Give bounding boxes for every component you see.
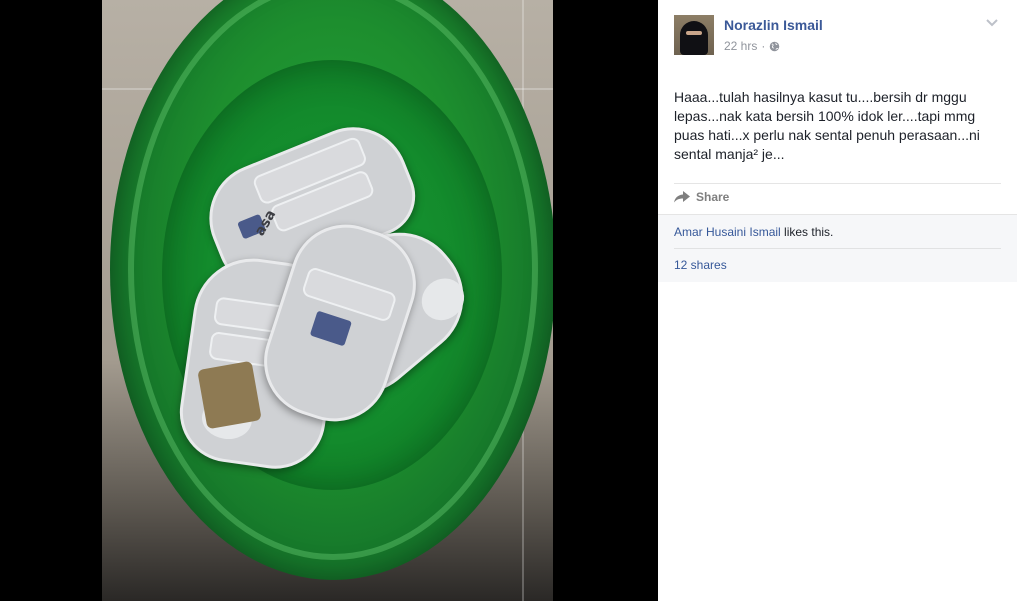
likes-summary: Amar Husaini Ismail likes this.	[674, 225, 833, 239]
avatar[interactable]	[674, 15, 714, 55]
post-details-panel: Norazlin Ismail 22 hrs · Haaa...tulah ha…	[658, 0, 1017, 601]
share-arrow-icon	[674, 191, 690, 203]
share-button[interactable]: Share	[674, 190, 729, 204]
globe-icon[interactable]	[769, 41, 780, 52]
divider	[674, 248, 1001, 249]
post-text: Haaa...tulah hasilnya kasut tu....bersih…	[674, 89, 980, 162]
likes-section: Amar Husaini Ismail likes this. 12 share…	[658, 214, 1017, 282]
post-photo[interactable]: asa	[102, 0, 553, 601]
post-timestamp[interactable]: 22 hrs	[724, 39, 757, 53]
shares-count-link[interactable]: 12 shares	[674, 258, 727, 272]
likes-suffix: likes this.	[784, 225, 834, 239]
meta-separator: ·	[761, 39, 766, 53]
share-label: Share	[696, 190, 730, 204]
chevron-down-icon[interactable]	[984, 17, 1000, 29]
post-meta: 22 hrs ·	[724, 39, 780, 53]
author-name[interactable]: Norazlin Ismail	[724, 17, 823, 33]
divider	[674, 183, 1001, 184]
liker-name-link[interactable]: Amar Husaini Ismail	[674, 225, 781, 239]
photo-viewer: asa	[0, 0, 658, 601]
sponge	[197, 360, 262, 430]
